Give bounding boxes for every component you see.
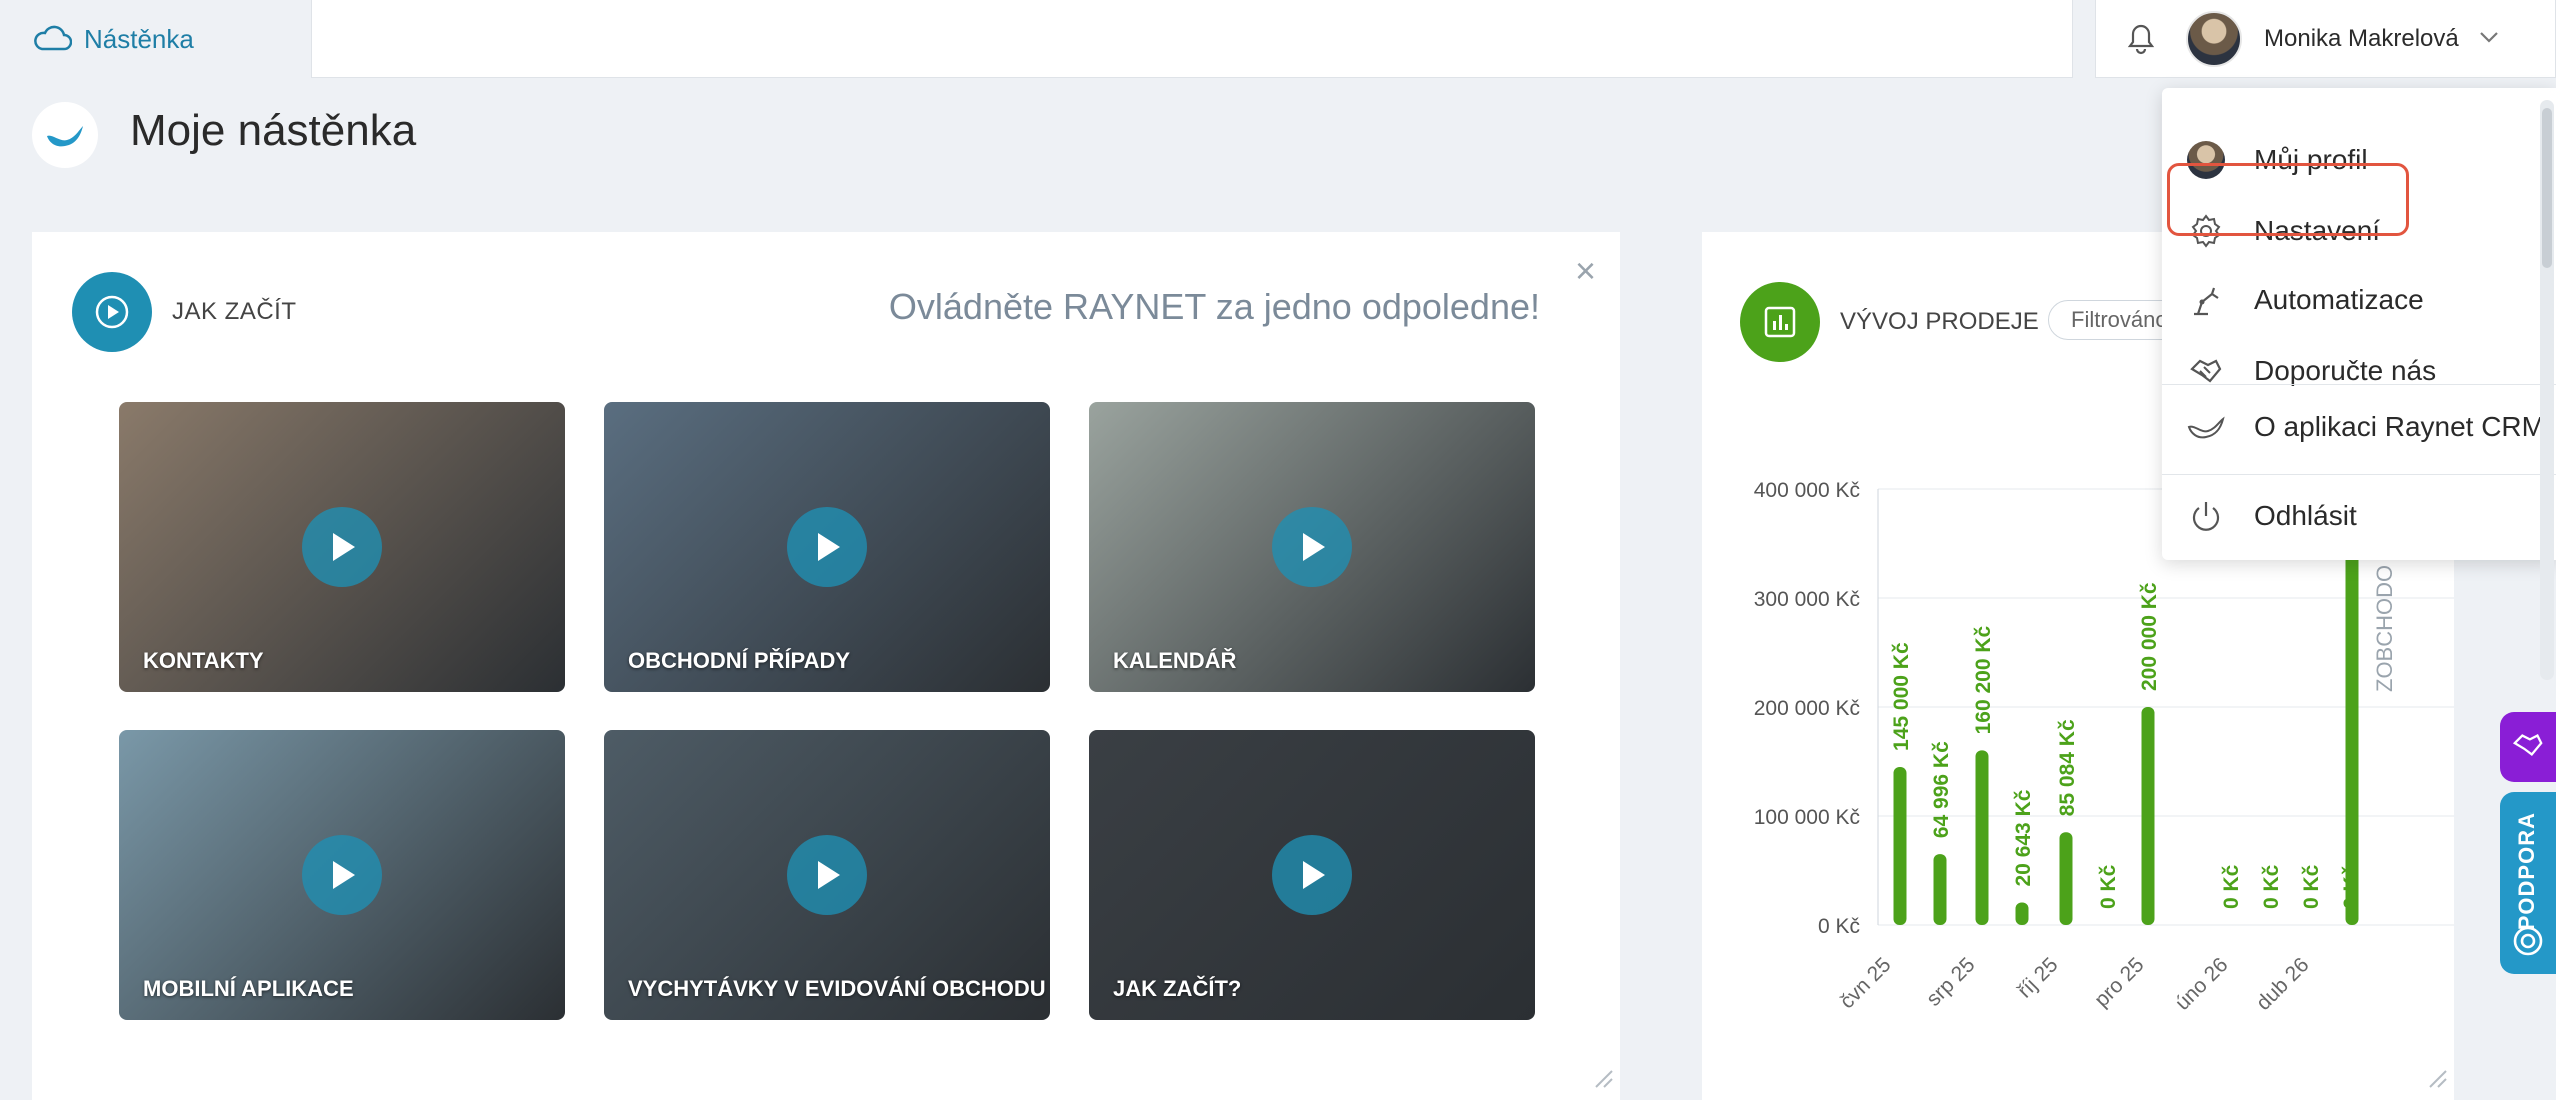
tab-label: Nástěnka [84,23,194,54]
support-label: PODPORA [2514,812,2539,931]
y-tick-label: 200 000 Kč [1754,697,1860,720]
tab-nastenka[interactable]: Nástěnka [0,0,311,78]
getting-started-title: JAK ZAČÍT [172,298,297,325]
resize-handle-icon[interactable] [2426,1067,2448,1094]
handshake-icon [2186,351,2226,391]
play-icon[interactable] [1272,835,1352,915]
power-icon [2186,496,2226,536]
y-tick-label: 400 000 Kč [1754,479,1860,502]
play-circle-icon [72,272,152,352]
video-tile-kalendar[interactable]: KALENDÁŘ [1089,402,1535,692]
video-tile-label: JAK ZAČÍT? [1113,976,1242,1001]
side-vertical-label: ZOBCHODO [2372,565,2397,692]
video-tile-label: MOBILNÍ APLIKACE [143,976,354,1001]
x-tick-label: pro 25 [2090,953,2148,1011]
bar-data-label: 20 643 Kč [2012,789,2035,886]
bar-data-label: 0 Kč [2220,864,2243,909]
chart-bar [1975,750,1989,925]
chart-bar [2015,902,2029,925]
page-scrollbar[interactable] [2540,100,2554,680]
getting-started-card: JAK ZAČÍT Ovládněte RAYNET za jedno odpo… [32,232,1620,1100]
bar-data-label: 145 000 Kč [1890,642,1913,751]
x-tick-label: říj 25 [2013,953,2062,1002]
video-tile-label: KONTAKTY [143,648,264,673]
user-name[interactable]: Monika Makrelová [2264,25,2459,53]
video-tile-obchodni-pripady[interactable]: OBCHODNÍ PŘÍPADY [604,402,1050,692]
chart-bar [2059,832,2073,925]
menu-item-logout[interactable]: Odhlásit [2162,484,2556,548]
handshake-icon [2511,728,2545,767]
support-tab[interactable]: PODPORA [2500,792,2556,974]
video-tile-label: OBCHODNÍ PŘÍPADY [628,648,851,673]
bar-data-label: 200 000 Kč [2138,582,2161,691]
menu-item-automation[interactable]: Automatizace [2162,268,2556,332]
video-tile-label: VYCHYTÁVKY V EVIDOVÁNÍ OBCHODU [628,976,1046,1001]
raynet-logo-icon [32,102,98,168]
bell-icon[interactable] [2096,23,2186,55]
menu-item-about[interactable]: O aplikaci Raynet CRM [2162,395,2556,459]
gear-icon [2186,211,2226,251]
y-tick-label: 300 000 Kč [1754,588,1860,611]
x-tick-label: srp 25 [1922,953,1980,1011]
getting-started-subtitle: Ovládněte RAYNET za jedno odpoledne! [888,286,1540,327]
side-tab-recommend[interactable] [2500,712,2556,782]
play-icon[interactable] [302,507,382,587]
video-tile-label: KALENDÁŘ [1113,648,1237,673]
robot-arm-icon [2186,280,2226,320]
menu-item-settings[interactable]: Nastavení [2162,199,2556,263]
lifebuoy-icon [2512,925,2544,962]
x-tick-label: čvn 25 [1836,953,1896,1013]
video-tile-jak-zacit[interactable]: JAK ZAČÍT? [1089,730,1535,1020]
y-tick-label: 100 000 Kč [1754,806,1860,829]
user-bar: Monika Makrelová [2095,0,2556,78]
avatar[interactable] [2186,10,2242,67]
menu-item-label: Odhlásit [2254,500,2357,531]
menu-item-label: Automatizace [2254,284,2424,315]
chart-bar [1893,766,1907,925]
chevron-down-icon[interactable] [2479,30,2499,48]
video-tile-mobilni-aplikace[interactable]: MOBILNÍ APLIKACE [119,730,565,1020]
scrollbar-thumb[interactable] [2542,108,2552,268]
video-tile-vychytavky[interactable]: VYCHYTÁVKY V EVIDOVÁNÍ OBCHODU [604,730,1050,1020]
bar-data-label: 0 Kč [2260,864,2283,909]
menu-item-label: Doporučte nás [2254,355,2437,386]
avatar-icon [2186,140,2226,180]
bar-data-label: 0 Kč [2097,864,2120,909]
y-tick-label: 0 Kč [1818,915,1860,938]
chart-bar [2141,707,2155,925]
play-icon[interactable] [302,835,382,915]
x-tick-label: úno 26 [2171,953,2233,1015]
bar-data-label: 160 200 Kč [1972,625,1995,734]
close-icon[interactable]: × [1575,250,1596,292]
resize-handle-icon[interactable] [1592,1067,1614,1094]
bar-data-label: 64 996 Kč [1930,741,1953,838]
user-dropdown-menu: Můj profil Nastavení Automatizace Doporu… [2162,88,2556,560]
menu-item-label: O aplikaci Raynet CRM [2254,411,2545,442]
menu-item-recommend[interactable]: Doporučte nás [2162,339,2556,403]
menu-item-label: Můj profil [2254,144,2368,175]
chart-bar [1933,854,1947,925]
bar-data-label: 0 Kč [2300,864,2323,909]
top-search-bar[interactable] [311,0,2073,78]
menu-item-profile[interactable]: Můj profil [2162,128,2556,192]
play-icon[interactable] [787,835,867,915]
play-icon[interactable] [787,507,867,587]
video-tile-kontakty[interactable]: KONTAKTY [119,402,565,692]
x-tick-label: dub 26 [2252,953,2314,1015]
page-title: Moje nástěnka [130,106,417,155]
raynet-logo-icon [2186,407,2226,447]
play-icon[interactable] [1272,507,1352,587]
cloud-icon [32,23,73,56]
bar-data-label: 85 084 Kč [2056,719,2079,816]
menu-item-label: Nastavení [2254,215,2381,246]
